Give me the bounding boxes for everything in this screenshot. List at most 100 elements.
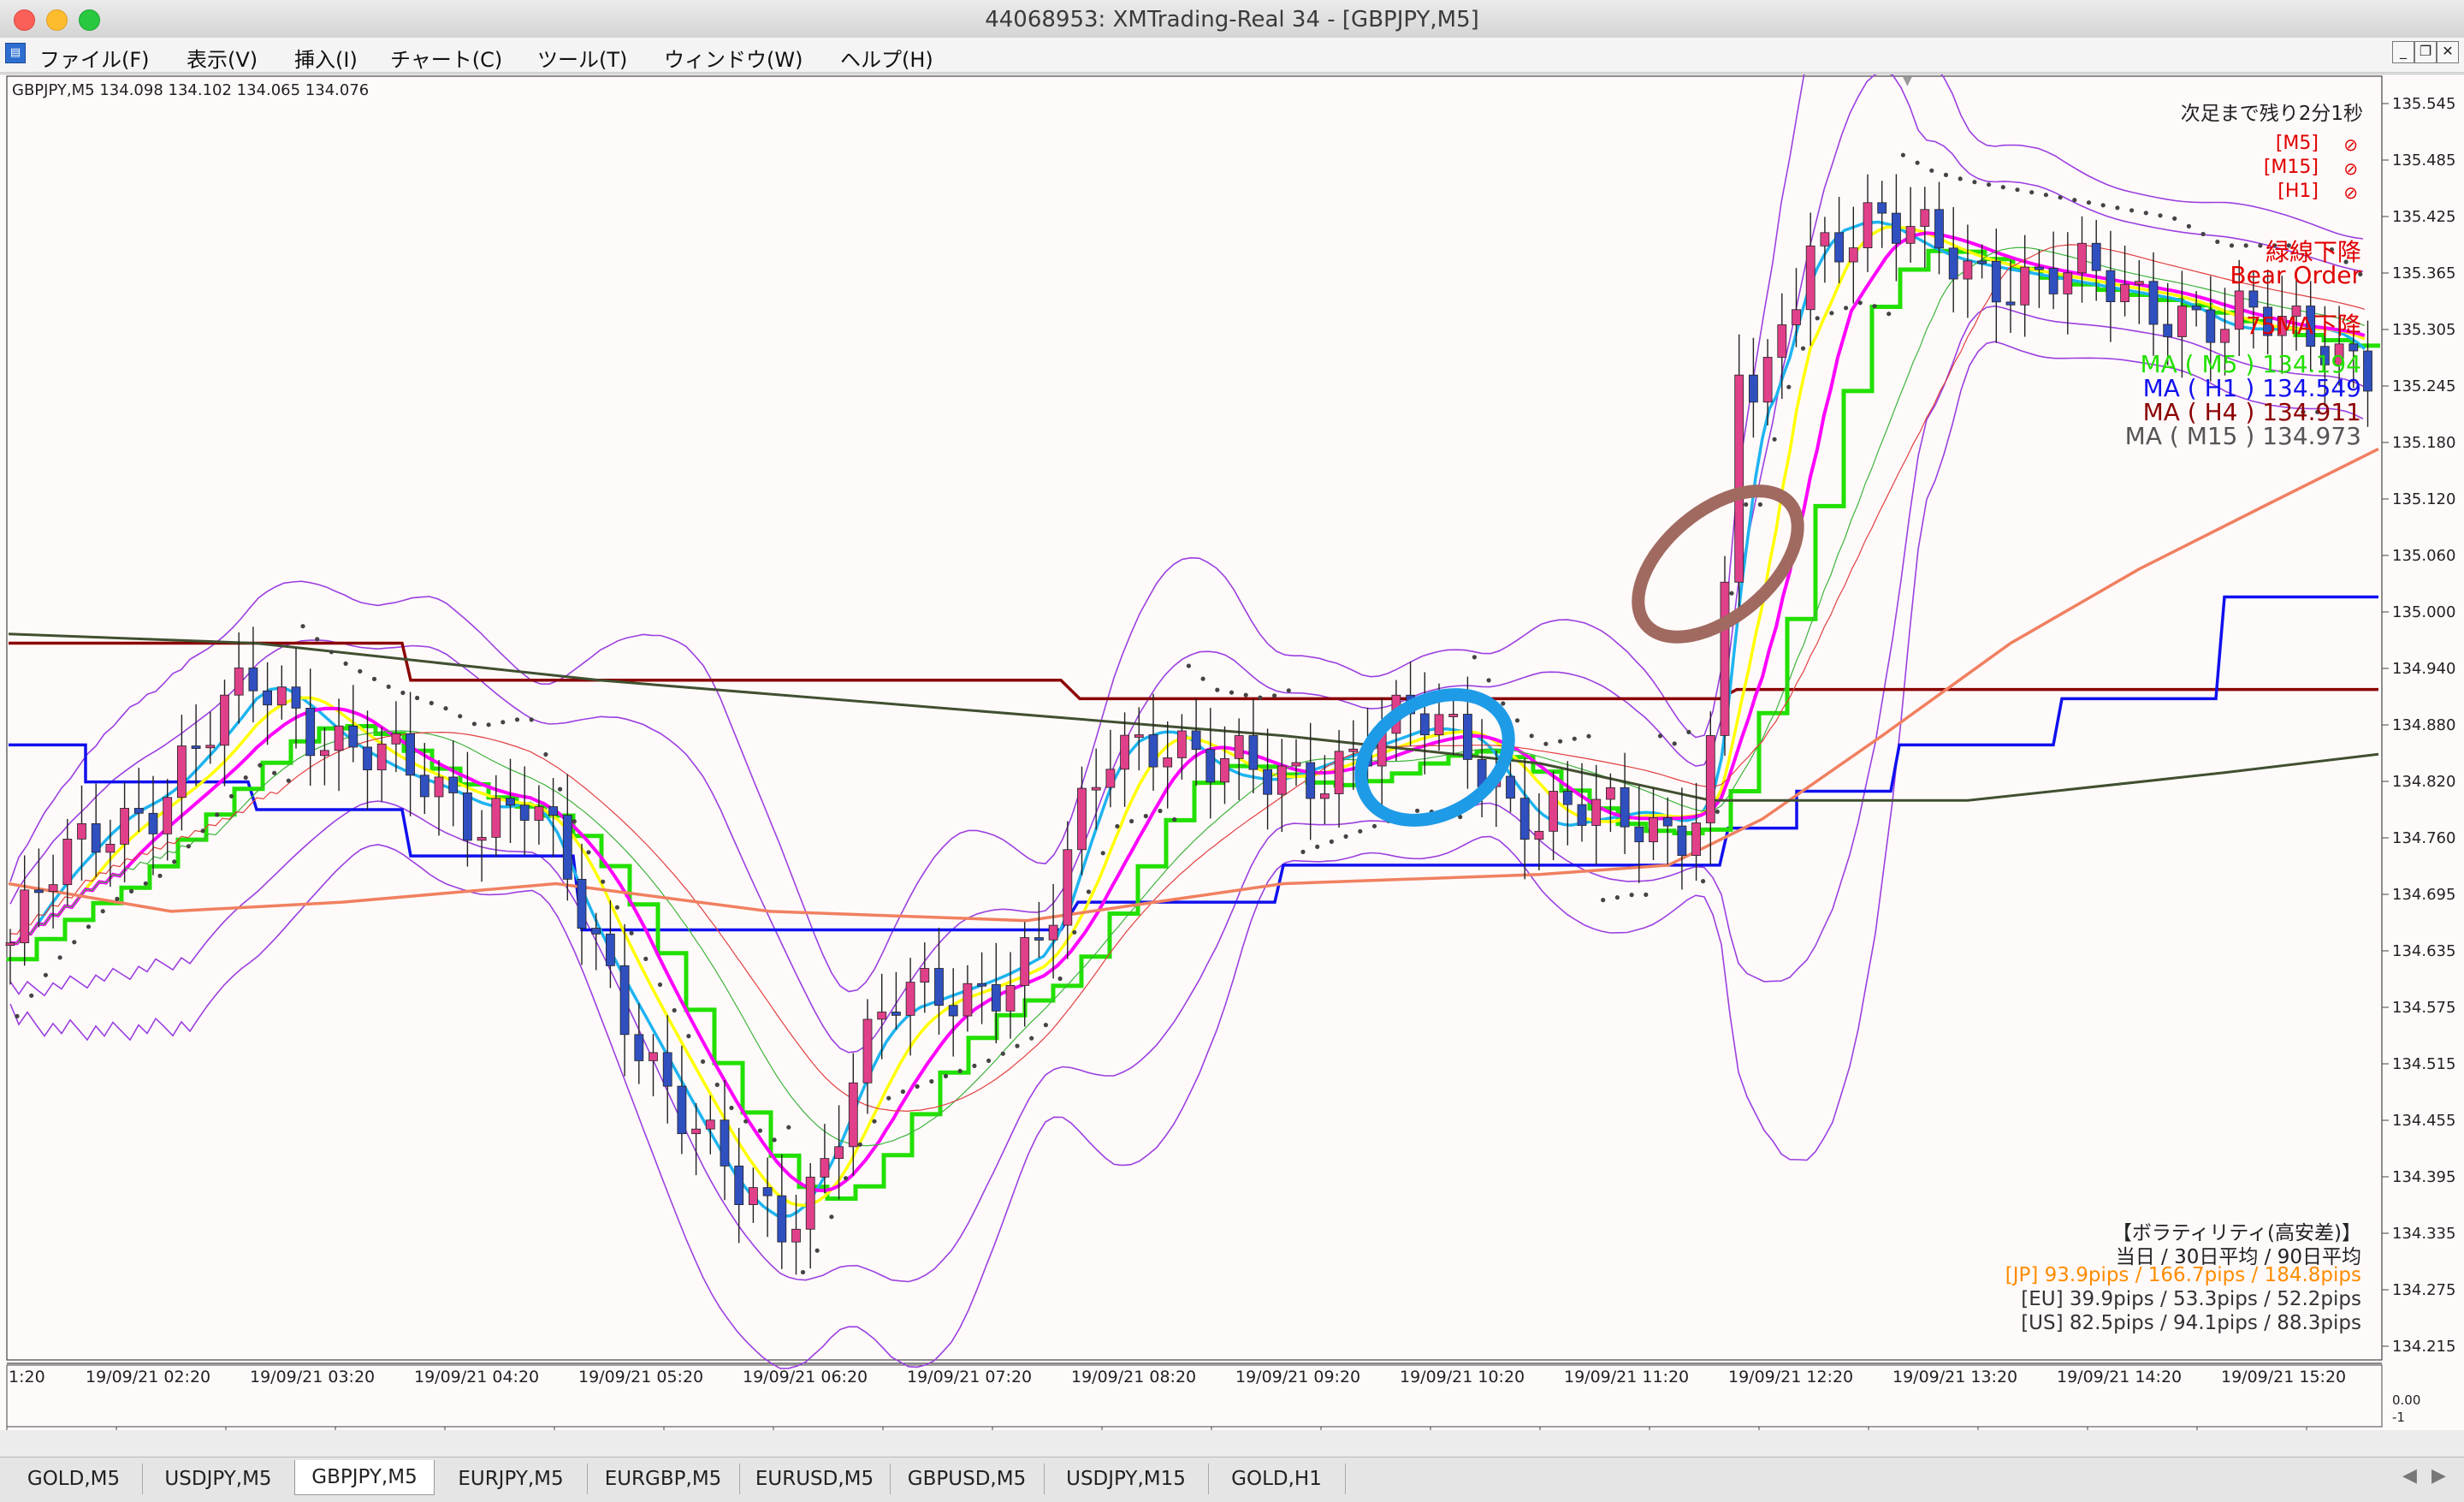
sar-dot (814, 1248, 820, 1253)
bull-candle (2120, 283, 2130, 302)
price-chart[interactable]: 135.545 135.485 135.425 135.365 135.305 135.2… (0, 74, 2464, 1430)
tab-eurjpy-m5[interactable]: EURJPY,M5 (435, 1463, 588, 1494)
sar-dot (57, 955, 62, 960)
sar-dot (1158, 808, 1163, 814)
bull-candle (1734, 374, 1744, 583)
sar-dot (1529, 733, 1534, 739)
bollinger-upper-outer (9, 74, 2364, 993)
sar-dot (1972, 180, 1977, 185)
sar-dot (1343, 834, 1348, 840)
sar-dot (1601, 898, 1606, 903)
sar-dot (1057, 976, 1063, 982)
sar-dot (1800, 346, 1806, 351)
bull-candle (1177, 730, 1187, 758)
sar-dot (415, 695, 420, 701)
sar-dot (714, 1082, 720, 1088)
bull-candle (649, 1052, 658, 1061)
mtf-ma-steps (6, 248, 2380, 1201)
sar-dot (1486, 678, 1491, 683)
sar-dot (2186, 223, 2191, 229)
bear-candle (562, 815, 572, 880)
menu-chart[interactable]: チャート(C) (390, 43, 502, 73)
mdi-minimize-button[interactable]: _ (2392, 41, 2414, 63)
tab-eurusd-m5[interactable]: EURUSD,M5 (739, 1463, 891, 1494)
sar-dot (129, 888, 134, 893)
menu-help[interactable]: ヘルプ(H) (840, 43, 933, 73)
sar-dot (1572, 736, 1577, 741)
time-tick-label: 19/09/21 07:20 (907, 1368, 1032, 1386)
bull-candle (1048, 924, 1058, 941)
sar-dot (443, 706, 448, 711)
sar-dot (1886, 312, 1892, 317)
time-tick-label: 19/09/21 09:20 (1235, 1368, 1360, 1386)
bear-candle (1891, 212, 1901, 244)
bull-candle (1234, 735, 1244, 759)
price-tick-label: 135.060 (2392, 547, 2455, 565)
price-tick-label: 134.880 (2392, 716, 2455, 734)
bull-candle (5, 942, 15, 947)
sar-dot (1186, 663, 1191, 668)
price-tick-label: 134.575 (2392, 999, 2455, 1017)
mdi-restore-button[interactable]: ❐ (2414, 41, 2437, 63)
bear-candle (1634, 826, 1644, 843)
tab-gold-h1[interactable]: GOLD,H1 (1208, 1463, 1346, 1494)
bear-candle (1977, 260, 1987, 264)
bear-candle (363, 746, 372, 771)
price-tick-label: 134.455 (2392, 1112, 2455, 1130)
sub-axis-label: 0.00 (2392, 1392, 2420, 1408)
bull-candle (1534, 830, 1544, 840)
sar-dot (272, 770, 277, 775)
menu-tools[interactable]: ツール(T) (537, 43, 627, 73)
sar-dot (872, 1119, 877, 1124)
tf-label-h1: [H1] (2277, 181, 2319, 202)
bull-candle (1220, 757, 1229, 783)
bull-candle (1792, 309, 1801, 325)
tab-gbpjpy-m5[interactable]: GBPJPY,M5 (294, 1460, 435, 1495)
sar-dot (1943, 172, 1949, 177)
sar-dot (514, 717, 520, 722)
price-tick-label: 135.000 (2392, 603, 2455, 621)
sar-dot (486, 722, 491, 727)
bull-candle (120, 808, 130, 845)
title-bar: 44068953: XMTrading-Real 34 - [GBPJPY,M5… (0, 0, 2464, 39)
mdi-close-button[interactable]: ✕ (2437, 41, 2459, 63)
sar-dot (1672, 741, 1677, 746)
menu-insert[interactable]: 挿入(I) (294, 43, 358, 73)
price-tick-label: 135.120 (2392, 490, 2455, 508)
tab-usdjpy-m5[interactable]: USDJPY,M5 (142, 1463, 295, 1494)
bull-candle (276, 686, 287, 706)
tab-eurgbp-m5[interactable]: EURGBP,M5 (587, 1463, 740, 1494)
tab-gold-m5[interactable]: GOLD,M5 (5, 1463, 143, 1494)
bull-candle (820, 1158, 830, 1178)
tab-usdjpy-m15[interactable]: USDJPY,M15 (1044, 1463, 1209, 1494)
bull-candle (1762, 357, 1773, 403)
sar-dot (743, 1119, 749, 1124)
price-tick-label: 134.395 (2392, 1168, 2455, 1186)
bull-candle (1549, 791, 1558, 832)
tab-scroll-right-icon[interactable]: ▶ (2431, 1465, 2446, 1487)
shift-marker-icon[interactable]: ▼ (1903, 74, 1912, 88)
bear-candle (948, 1005, 958, 1017)
app-chart-icon[interactable]: ▤ (5, 43, 26, 63)
tab-gbpusd-m5[interactable]: GBPUSD,M5 (890, 1463, 1045, 1494)
sar-dot (343, 661, 348, 667)
sar-dot (329, 650, 334, 655)
bull-candle (334, 725, 344, 751)
tab-scroll-left-icon[interactable]: ◀ (2402, 1465, 2417, 1487)
chart-window[interactable]: 135.545 135.485 135.425 135.365 135.305 135.2… (0, 74, 2464, 1430)
sar-dot (243, 775, 248, 781)
sar-dot (29, 993, 34, 998)
sar-dot (2258, 243, 2263, 248)
bear-candle (1034, 937, 1044, 941)
bear-candle (1463, 714, 1472, 760)
bull-candle (220, 694, 229, 746)
bear-candle (734, 1166, 744, 1205)
menu-file[interactable]: ファイル(F) (39, 43, 150, 73)
bull-candle (2020, 266, 2030, 306)
sar-dot (1872, 304, 1877, 309)
menu-view[interactable]: 表示(V) (187, 43, 258, 73)
price-tick-label: 135.180 (2392, 434, 2455, 452)
price-tick-label: 134.335 (2392, 1225, 2455, 1243)
menu-window[interactable]: ウィンドウ(W) (664, 43, 803, 73)
bull-candle (1120, 734, 1129, 770)
